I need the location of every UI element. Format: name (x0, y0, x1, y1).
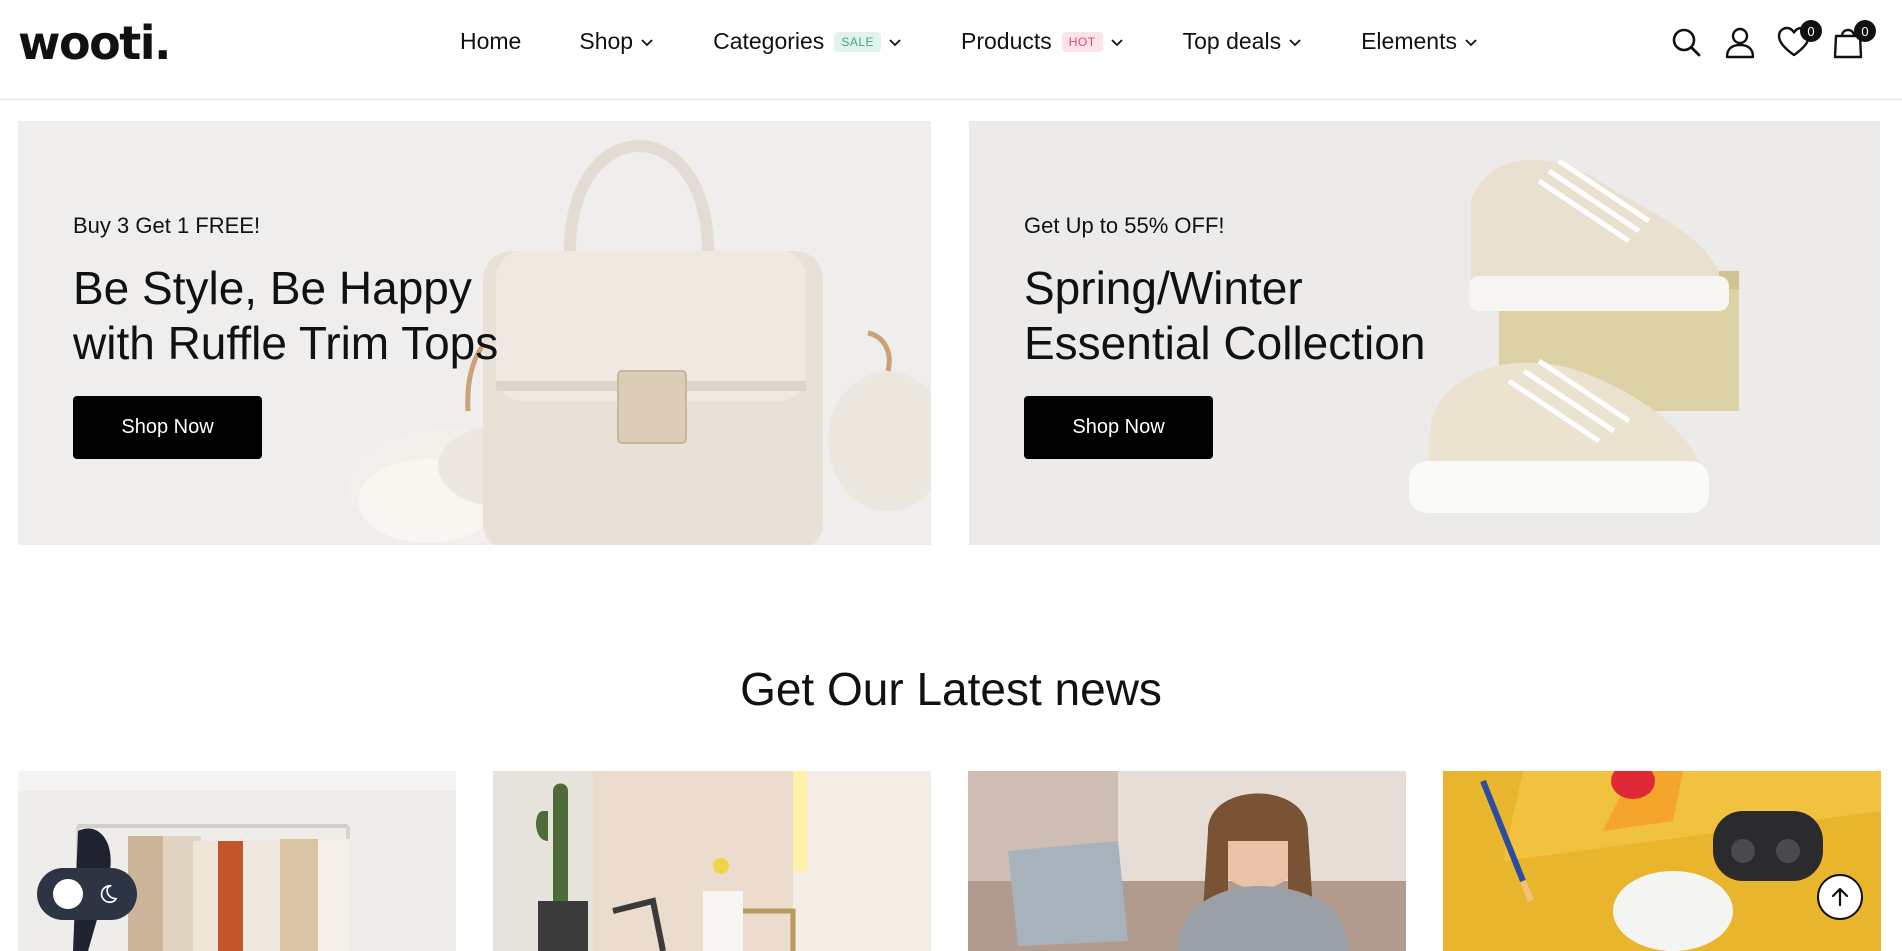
promo-banner-sneakers: Get Up to 55% OFF! Spring/Winter Essenti… (969, 121, 1880, 545)
chevron-down-icon (1289, 38, 1301, 46)
banner-eyebrow: Buy 3 Get 1 FREE! (73, 213, 261, 238)
nav-item-label: Categories (713, 28, 825, 54)
nav-item-categories[interactable]: Categories SALE (713, 28, 903, 55)
search-icon (1672, 28, 1701, 57)
section-title: Get Our Latest news (740, 663, 1162, 715)
nav-item-home[interactable]: Home (460, 28, 521, 55)
news-card[interactable] (493, 771, 931, 951)
wishlist-button[interactable]: 0 (1776, 20, 1822, 60)
cart-button[interactable]: 0 (1830, 20, 1876, 60)
earbuds-image (1443, 771, 1881, 951)
banner-headline: Be Style, Be Happy with Ruffle Trim Tops (73, 261, 593, 371)
news-card[interactable] (18, 771, 456, 951)
nav-item-label: Shop (579, 28, 634, 54)
cart-count: 0 (1854, 20, 1876, 42)
nav-item-shop[interactable]: Shop (579, 28, 655, 55)
nav-item-label: Home (460, 28, 522, 54)
chevron-down-icon (889, 38, 901, 46)
banner-eyebrow: Get Up to 55% OFF! (1024, 213, 1225, 238)
chevron-down-icon (641, 38, 653, 46)
shop-now-button[interactable]: Shop Now (1024, 396, 1213, 459)
sale-badge: SALE (834, 31, 881, 52)
interior-cactus-image (493, 771, 931, 951)
chevron-down-icon (1110, 38, 1123, 46)
nav-item-label: Products (961, 28, 1052, 54)
theme-toggle[interactable] (37, 868, 137, 920)
banner-headline-line: Be Style, Be Happy (73, 262, 472, 314)
site-header: wooti. Home Shop Categories SALE Product… (0, 0, 1902, 100)
scroll-to-top-button[interactable] (1817, 874, 1863, 920)
nav-item-label: Elements (1361, 28, 1457, 54)
nav-item-products[interactable]: Products HOT (961, 28, 1125, 55)
promo-banner-handbag: Buy 3 Get 1 FREE! Be Style, Be Happy wit… (18, 121, 931, 545)
main-nav: Home Shop Categories SALE Products HOT T… (460, 28, 1537, 55)
banner-headline-line: Essential Collection (1024, 317, 1426, 369)
logo[interactable]: wooti. (18, 16, 171, 70)
news-card[interactable] (1443, 771, 1881, 951)
clothing-rack-image (18, 771, 456, 951)
nav-item-elements[interactable]: Elements (1361, 28, 1479, 55)
shop-now-button[interactable]: Shop Now (73, 396, 262, 459)
arrow-up-icon (1831, 887, 1849, 907)
chevron-down-icon (1465, 38, 1477, 46)
wishlist-count: 0 (1800, 20, 1822, 42)
hot-badge: HOT (1061, 31, 1103, 52)
banner-headline-line: with Ruffle Trim Tops (73, 317, 499, 369)
nav-item-top-deals[interactable]: Top deals (1183, 28, 1303, 55)
woman-smiling-image (968, 771, 1406, 951)
header-icons: 0 0 (1668, 20, 1884, 60)
news-card[interactable] (968, 771, 1406, 951)
banner-headline-line: Spring/Winter (1024, 262, 1303, 314)
account-button[interactable] (1722, 24, 1758, 60)
nav-item-label: Top deals (1182, 28, 1282, 54)
toggle-knob (53, 879, 83, 909)
banner-headline: Spring/Winter Essential Collection (1024, 261, 1544, 371)
user-icon (1725, 27, 1755, 59)
search-button[interactable] (1668, 24, 1704, 60)
moon-icon (100, 884, 118, 904)
